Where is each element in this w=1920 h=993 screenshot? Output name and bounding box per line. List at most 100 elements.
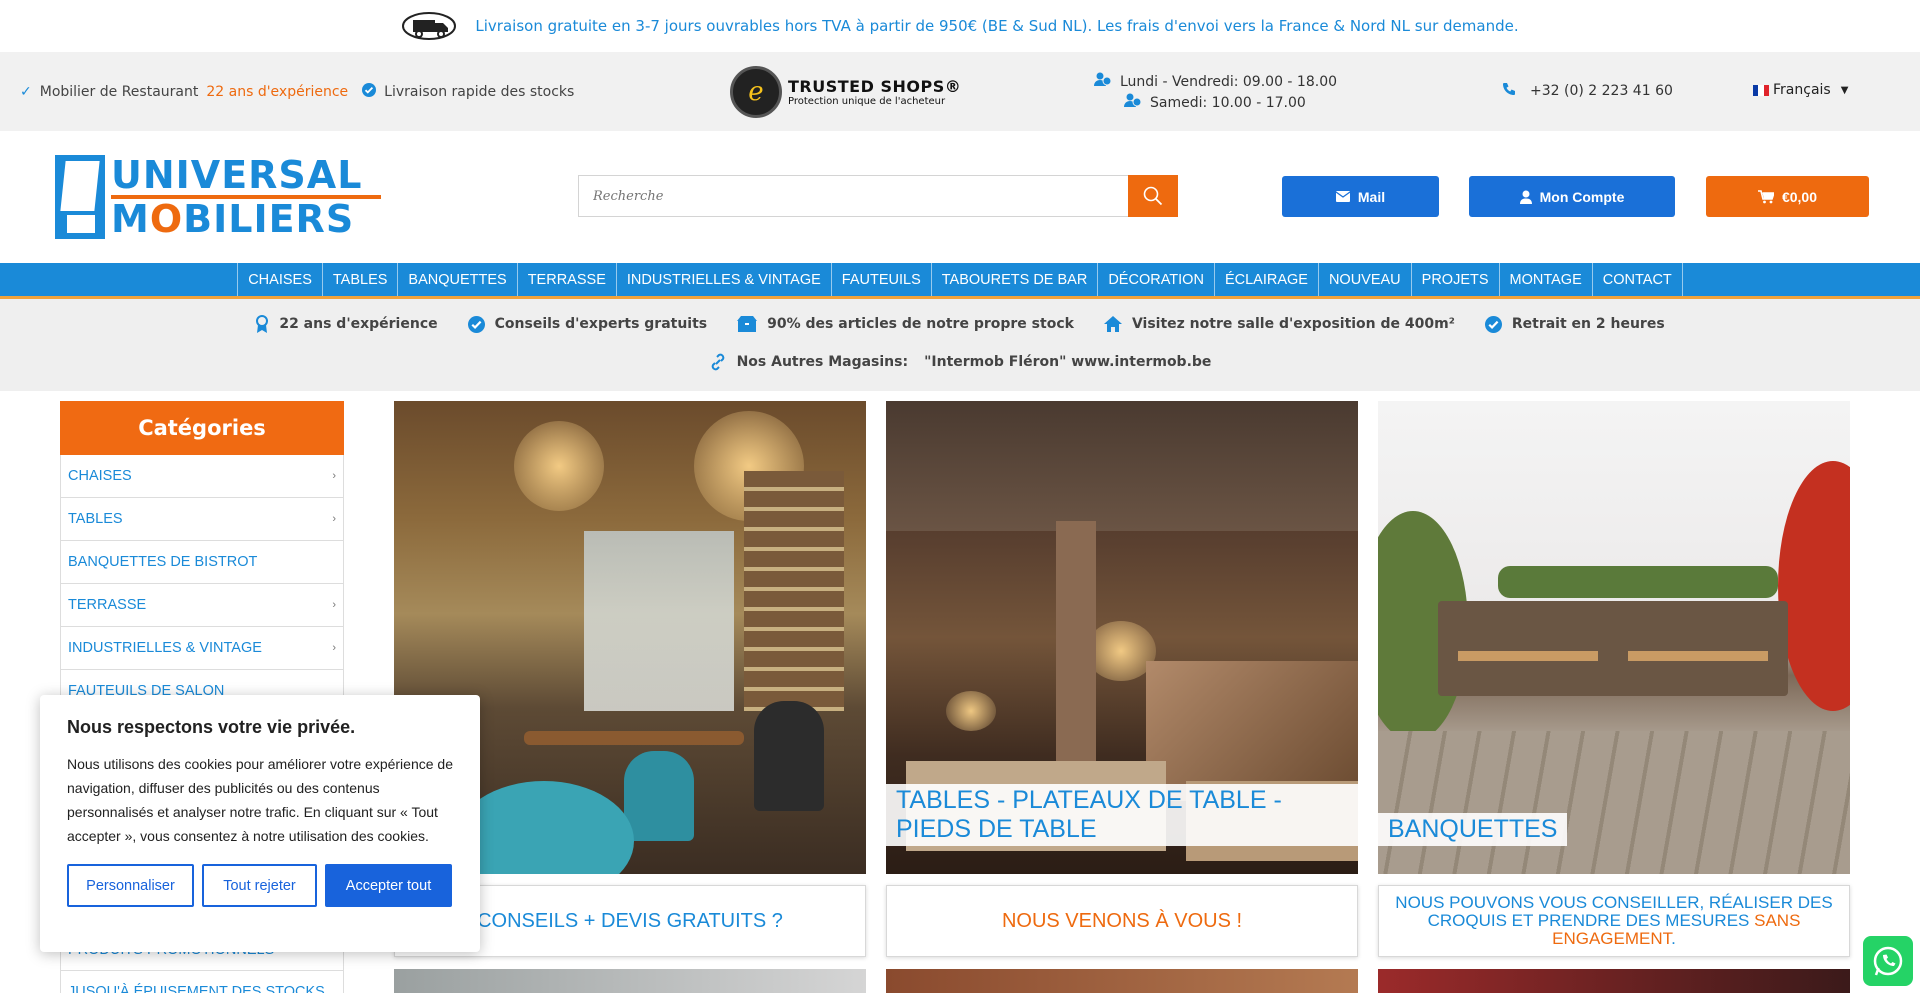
user-clock-icon	[1094, 72, 1112, 93]
category-tile-banquettes[interactable]: BANQUETTES	[1378, 401, 1850, 874]
nav-item-decoration[interactable]: DÉCORATION	[1097, 263, 1214, 296]
other-stores-label: Nos Autres Magasins:	[736, 354, 909, 370]
award-icon	[256, 315, 269, 333]
nav-item-nouveau[interactable]: NOUVEAU	[1317, 263, 1411, 296]
search-input[interactable]	[578, 175, 1128, 217]
trusted-shops-seal-icon: e	[730, 66, 782, 118]
cart-icon	[1757, 189, 1774, 203]
sidebar-item-tables[interactable]: TABLES ›	[60, 498, 344, 541]
hours-saturday: Samedi: 10.00 - 17.00	[1150, 95, 1306, 111]
nav-item-contact[interactable]: CONTACT	[1591, 263, 1683, 296]
other-stores-link[interactable]: "Intermob Fléron" www.intermob.be	[924, 354, 1211, 370]
nav-item-tables[interactable]: TABLES	[321, 263, 398, 296]
cookie-consent-dialog: Nous respectons votre vie privée. Nous u…	[40, 695, 480, 952]
sidebar-title: Catégories	[60, 401, 344, 455]
promo-measurements[interactable]: NOUS POUVONS VOUS CONSEILLER, RÉALISER D…	[1378, 885, 1850, 957]
site-logo[interactable]: UNIVERSAL MOBILIERS	[55, 155, 385, 239]
logo-word-mobiliers: MOBILIERS	[111, 197, 355, 241]
account-button[interactable]: Mon Compte	[1469, 176, 1675, 217]
usp-delivery: Livraison rapide des stocks	[362, 82, 574, 101]
cookie-accept-button[interactable]: Accepter tout	[325, 864, 452, 907]
tile-image-partial[interactable]	[886, 969, 1358, 993]
sidebar-item-terrasse[interactable]: TERRASSE ›	[60, 584, 344, 627]
opening-hours: Lundi - Vendredi: 09.00 - 18.00 Samedi: …	[1094, 72, 1337, 114]
check-icon: ✓	[20, 83, 32, 100]
sidebar-item-banquettes-de-bistrot[interactable]: BANQUETTES DE BISTROT	[60, 541, 344, 584]
nav-item-banquettes[interactable]: BANQUETTES	[397, 263, 516, 296]
cart-total: €0,00	[1781, 188, 1818, 205]
usp-item-advice: Conseils d'experts gratuits	[467, 315, 707, 333]
cookie-body: Nous utilisons des cookies pour améliore…	[67, 756, 453, 844]
other-stores: Nos Autres Magasins: "Intermob Fléron" w…	[0, 349, 1920, 375]
site-header: UNIVERSAL MOBILIERS Mail Mon Compte €0,0…	[0, 131, 1920, 263]
whatsapp-chat-button[interactable]	[1863, 936, 1913, 986]
home-icon	[1103, 316, 1122, 332]
sidebar-item-chaises[interactable]: CHAISES ›	[60, 455, 344, 498]
nav-item-eclairage[interactable]: ÉCLAIRAGE	[1213, 263, 1318, 296]
caret-down-icon: ▼	[1840, 84, 1849, 96]
phone-number: +32 (0) 2 223 41 60	[1530, 83, 1673, 99]
usp-item-showroom: Visitez notre salle d'exposition de 400m…	[1103, 316, 1455, 332]
search-button[interactable]	[1128, 175, 1178, 217]
check-circle-icon	[362, 82, 377, 101]
language-selector[interactable]: Français ▼	[1753, 82, 1848, 98]
tile-caption-tables: TABLES - PLATEAUX DE TABLE - PIEDS DE TA…	[886, 784, 1358, 846]
logo-word-universal: UNIVERSAL	[111, 153, 363, 197]
language-label: Français	[1773, 82, 1831, 98]
sidebar-item-industrielles-vintage[interactable]: INDUSTRIELLES & VINTAGE ›	[60, 627, 344, 670]
chevron-right-icon: ›	[332, 642, 336, 654]
chevron-right-icon: ›	[332, 470, 336, 482]
nav-item-chaises[interactable]: CHAISES	[237, 263, 322, 296]
cookie-reject-button[interactable]: Tout rejeter	[202, 864, 317, 907]
announcement-bar: Livraison gratuite en 3-7 jours ouvrable…	[0, 0, 1920, 52]
tile-image-partial[interactable]	[1378, 969, 1850, 993]
user-icon	[1519, 190, 1532, 204]
phone-icon	[1502, 82, 1516, 100]
usp-experience-highlight: 22 ans d'expérience	[206, 83, 349, 100]
nav-item-terrasse[interactable]: TERRASSE	[516, 263, 616, 296]
usp-item-experience: 22 ans d'expérience	[255, 315, 438, 333]
usp-experience: ✓ Mobilier de Restaurant 22 ans d'expéri…	[20, 84, 348, 100]
hours-weekday: Lundi - Vendredi: 09.00 - 18.00	[1120, 74, 1338, 90]
account-button-label: Mon Compte	[1539, 188, 1625, 205]
boxes-icon	[737, 316, 758, 332]
phone-contact[interactable]: +32 (0) 2 223 41 60	[1502, 82, 1673, 100]
nav-item-tabourets-de-bar[interactable]: TABOURETS DE BAR	[930, 263, 1098, 296]
nav-item-industrielles-vintage[interactable]: INDUSTRIELLES & VINTAGE	[615, 263, 831, 296]
trusted-shops-title: TRUSTED SHOPS®	[788, 77, 962, 96]
check-circle-icon	[467, 315, 485, 333]
check-circle-icon	[1484, 315, 1502, 333]
usp-strip: 22 ans d'expérience Conseils d'experts g…	[0, 299, 1920, 391]
nav-item-fauteuils[interactable]: FAUTEUILS	[830, 263, 931, 296]
mail-button[interactable]: Mail	[1282, 176, 1439, 217]
usp-experience-label: Mobilier de Restaurant	[39, 83, 199, 100]
category-tile-tables[interactable]: TABLES - PLATEAUX DE TABLE - PIEDS DE TA…	[886, 401, 1358, 874]
cart-button[interactable]: €0,00	[1706, 176, 1869, 217]
chair-logo-icon	[55, 155, 105, 239]
main-navigation: CHAISES TABLES BANQUETTES TERRASSE INDUS…	[0, 263, 1920, 299]
usp-item-stock: 90% des articles de notre propre stock	[737, 316, 1074, 332]
envelope-icon	[1335, 191, 1350, 202]
cookie-title: Nous respectons votre vie privée.	[67, 717, 356, 737]
tile-image-partial[interactable]	[394, 969, 866, 993]
chevron-right-icon: ›	[332, 599, 336, 611]
promo-we-come-to-you[interactable]: NOUS VENONS À VOUS !	[886, 885, 1358, 957]
chevron-right-icon: ›	[332, 513, 336, 525]
delivery-truck-icon	[402, 12, 457, 40]
sidebar-item-jusqua-epuisement[interactable]: JUSQU'À ÉPUISEMENT DES STOCKS	[60, 971, 344, 993]
trusted-shops-badge[interactable]: e TRUSTED SHOPS® Protection unique de l'…	[730, 66, 961, 118]
nav-item-montage[interactable]: MONTAGE	[1498, 263, 1592, 296]
trusted-shops-subtitle: Protection unique de l'acheteur	[788, 96, 946, 107]
nav-item-projets[interactable]: PROJETS	[1410, 263, 1499, 296]
announcement-text: Livraison gratuite en 3-7 jours ouvrable…	[475, 17, 1519, 35]
cookie-customize-button[interactable]: Personnaliser	[67, 864, 194, 907]
user-clock-icon	[1124, 93, 1142, 114]
tile-caption-banquettes: BANQUETTES	[1378, 813, 1568, 846]
search-bar	[578, 175, 1178, 217]
search-icon	[1143, 186, 1163, 206]
french-flag-icon	[1753, 84, 1769, 96]
link-icon	[711, 353, 724, 371]
usp-item-pickup: Retrait en 2 heures	[1484, 315, 1665, 333]
mail-button-label: Mail	[1357, 188, 1386, 205]
whatsapp-icon	[1873, 946, 1903, 976]
